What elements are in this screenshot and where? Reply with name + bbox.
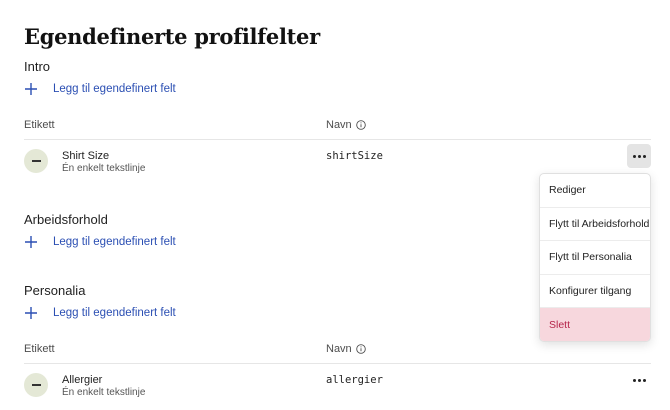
column-header-label-text: Etikett xyxy=(24,343,55,355)
add-custom-field-button-arbeidsforhold[interactable]: Legg til egendefinert felt xyxy=(24,232,176,252)
column-header-name: Navn xyxy=(326,119,366,131)
row-field-name: Allergier xyxy=(62,374,103,386)
section-title-arbeidsforhold: Arbeidsforhold xyxy=(24,212,108,227)
row-collapse-toggle[interactable] xyxy=(24,149,48,173)
more-options-icon xyxy=(632,378,646,382)
add-custom-field-button-personalia[interactable]: Legg til egendefinert felt xyxy=(24,303,176,323)
minus-icon xyxy=(31,160,41,162)
plus-icon xyxy=(25,83,37,95)
info-icon[interactable] xyxy=(355,344,366,354)
plus-icon xyxy=(25,236,37,248)
column-header-label: Etikett xyxy=(24,119,55,131)
table-divider xyxy=(24,363,651,364)
menu-item-delete[interactable]: Slett xyxy=(540,308,650,341)
row-field-type: Én enkelt tekstlinje xyxy=(62,163,146,174)
column-header-label-text: Etikett xyxy=(24,119,55,131)
row-more-options-button[interactable] xyxy=(627,368,651,392)
menu-item-configure-access[interactable]: Konfigurer tilgang xyxy=(540,275,650,309)
more-options-icon xyxy=(632,154,646,158)
row-field-key: shirtSize xyxy=(326,150,383,162)
row-field-key: allergier xyxy=(326,374,383,386)
row-field-name: Shirt Size xyxy=(62,150,110,162)
minus-icon xyxy=(31,384,41,386)
plus-icon xyxy=(25,307,37,319)
menu-item-edit[interactable]: Rediger xyxy=(540,174,650,208)
section-title-personalia: Personalia xyxy=(24,283,86,298)
add-custom-field-label: Legg til egendefinert felt xyxy=(53,236,176,248)
row-actions-menu: Rediger Flytt til Arbeidsforhold Flytt t… xyxy=(539,173,651,342)
row-collapse-toggle[interactable] xyxy=(24,373,48,397)
add-custom-field-label: Legg til egendefinert felt xyxy=(53,307,176,319)
row-more-options-button[interactable] xyxy=(627,144,651,168)
menu-item-move-to-arbeidsforhold[interactable]: Flytt til Arbeidsforhold xyxy=(540,208,650,242)
row-field-type: Én enkelt tekstlinje xyxy=(62,387,146,398)
column-header-label: Etikett xyxy=(24,343,55,355)
column-header-name-text: Navn xyxy=(326,119,352,131)
table-divider xyxy=(24,139,651,140)
column-header-name-text: Navn xyxy=(326,343,352,355)
section-title-intro: Intro xyxy=(24,59,51,74)
add-custom-field-label: Legg til egendefinert felt xyxy=(53,83,176,95)
info-icon[interactable] xyxy=(355,120,366,130)
menu-item-move-to-personalia[interactable]: Flytt til Personalia xyxy=(540,241,650,275)
add-custom-field-button-intro[interactable]: Legg til egendefinert felt xyxy=(24,79,176,99)
page-title: Egendefinerte profilfelter xyxy=(24,24,320,49)
column-header-name: Navn xyxy=(326,343,366,355)
